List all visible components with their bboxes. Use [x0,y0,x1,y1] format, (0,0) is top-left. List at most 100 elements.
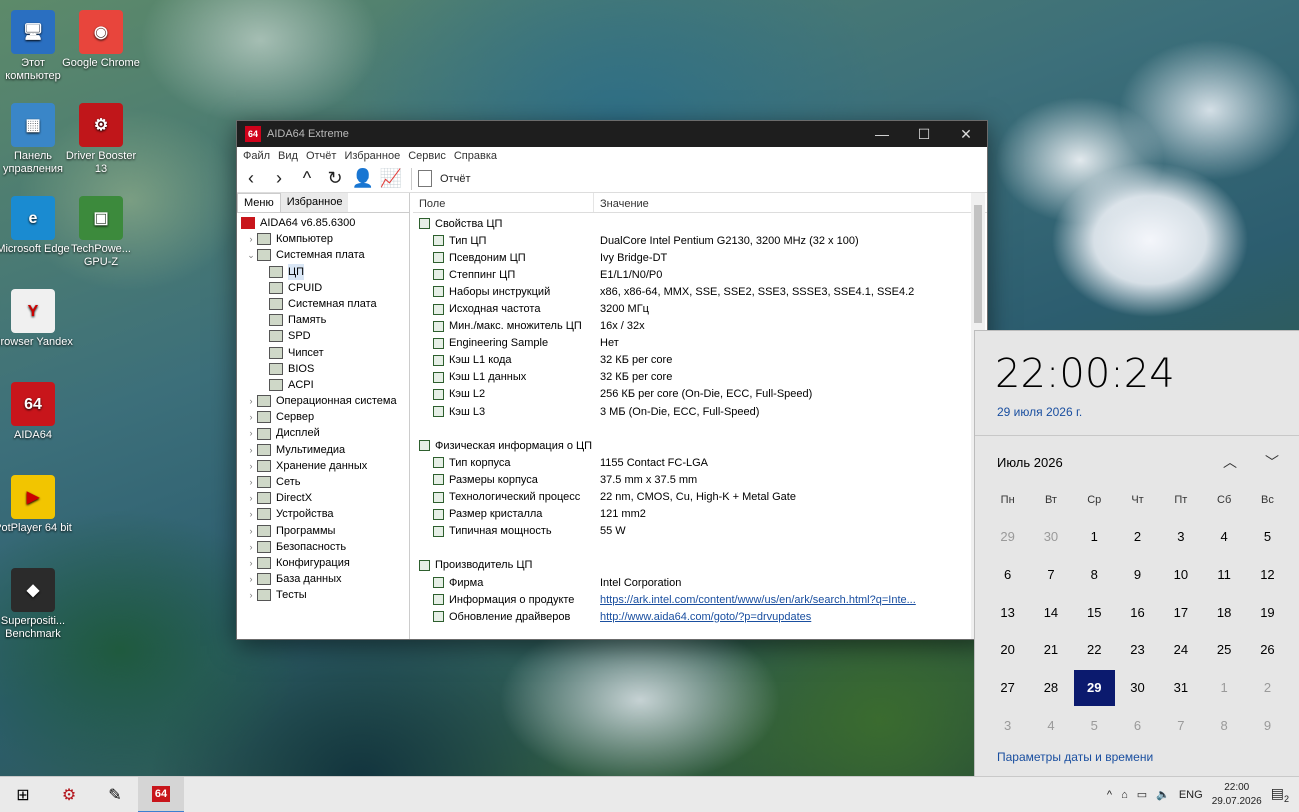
tree-item[interactable]: ЦП [237,263,409,280]
chart-icon[interactable]: 📈 [377,168,405,189]
tab-favorites[interactable]: Избранное [280,193,349,212]
tree-expander-icon[interactable]: ⌄ [245,247,257,263]
calendar-day[interactable]: 20 [986,631,1029,669]
tray-overflow-icon[interactable]: ^ [1107,789,1112,801]
tree-expander-icon[interactable]: › [245,442,257,458]
column-field[interactable]: Поле [413,193,594,212]
tab-menu[interactable]: Меню [237,193,281,212]
calendar-day[interactable]: 18 [1202,594,1245,632]
calendar-day[interactable]: 16 [1116,594,1159,632]
group-row[interactable]: Физическая информация о ЦП [413,437,987,454]
calendar-day[interactable]: 7 [1029,556,1072,594]
calendar-day[interactable]: 12 [1246,556,1289,594]
tree-expander-icon[interactable]: › [245,539,257,555]
tree-expander-icon[interactable]: › [245,571,257,587]
row-value-link[interactable]: http://www.aida64.com/goto/?p=drvupdates [594,611,811,623]
detail-row[interactable]: Обновление драйверов http://www.aida64.co… [413,608,987,625]
tree-item[interactable]: › Тесты [237,587,409,603]
calendar-day[interactable]: 2 [1246,669,1289,707]
tree-expander-icon[interactable]: › [245,474,257,490]
clock-date[interactable]: 29 июля 2026 г. [997,405,1299,419]
tree-item[interactable]: › Дисплей [237,425,409,441]
desktop-icon[interactable]: ◆ Superpositi... Benchmark [0,568,73,641]
calendar-day[interactable]: 25 [1202,631,1245,669]
calendar-day[interactable]: 6 [986,556,1029,594]
refresh-icon[interactable]: ↻ [321,168,349,189]
back-icon[interactable]: ‹ [237,168,265,189]
calendar-day[interactable]: 2 [1116,518,1159,556]
calendar-day[interactable]: 23 [1116,631,1159,669]
maximize-button[interactable]: ☐ [903,126,945,143]
tree-item[interactable]: ACPI [237,377,409,393]
calendar-day[interactable]: 21 [1029,631,1072,669]
taskbar-clock[interactable]: 22:00 29.07.2026 [1212,781,1262,809]
calendar-day[interactable]: 22 [1073,631,1116,669]
user-icon[interactable]: 👤 [349,168,377,189]
detail-row[interactable]: Типичная мощность 55 W [413,523,987,540]
calendar-day[interactable]: 31 [1159,669,1202,707]
tree-expander-icon[interactable]: › [245,506,257,522]
brush-icon[interactable]: ✎ [92,777,138,812]
calendar-day[interactable]: 28 [1029,669,1072,707]
calendar-day[interactable]: 24 [1159,631,1202,669]
chevron-up-icon[interactable]: ︿ [1223,452,1237,472]
calendar-day[interactable]: 26 [1246,631,1289,669]
calendar-day[interactable]: 1 [1202,669,1245,707]
calendar-day[interactable]: 8 [1073,556,1116,594]
tree-item[interactable]: › Программы [237,523,409,539]
camera-icon[interactable]: ⌂ [1121,789,1128,801]
detail-row[interactable]: Кэш L1 кода 32 КБ per core [413,352,987,369]
detail-row[interactable]: Фирма Intel Corporation [413,574,987,591]
calendar-day[interactable]: 29 [986,518,1029,556]
detail-row[interactable]: Псевдоним ЦП Ivy Bridge-DT [413,249,987,266]
desktop-icon[interactable]: ▣ TechPowe... GPU-Z [61,196,141,269]
tree-item[interactable]: › Сервер [237,409,409,425]
date-settings-link[interactable]: Параметры даты и времени [997,750,1153,764]
desktop-icon[interactable]: ▶ PotPlayer 64 bit [0,475,73,535]
tree-item[interactable]: Чипсет [237,345,409,361]
tree-item[interactable]: › Сеть [237,474,409,490]
tree-item[interactable]: › Хранение данных [237,458,409,474]
forward-icon[interactable]: › [265,168,293,189]
menu-report[interactable]: Отчёт [306,150,336,162]
tree-expander-icon[interactable]: › [245,393,257,409]
detail-row[interactable]: Мин./макс. множитель ЦП 16x / 32x [413,318,987,335]
tree-item[interactable]: CPUID [237,280,409,296]
detail-row[interactable]: Информация о продукте https://ark.intel.c… [413,591,987,608]
scrollbar-thumb[interactable] [974,205,982,323]
tree-item[interactable]: Память [237,312,409,328]
month-label[interactable]: Июль 2026 [997,455,1063,470]
calendar-day[interactable]: 30 [1029,518,1072,556]
calendar-day[interactable]: 11 [1202,556,1245,594]
calendar-day[interactable]: 17 [1159,594,1202,632]
close-button[interactable]: ✕ [945,126,987,143]
tree-expander-icon[interactable]: › [245,523,257,539]
calendar-day[interactable]: 9 [1246,707,1289,745]
network-icon[interactable]: ▭ [1137,788,1147,801]
tree-item[interactable]: SPD [237,328,409,344]
tree-item[interactable]: › Операционная система [237,393,409,409]
menu-favorites[interactable]: Избранное [344,150,400,162]
tree-expander-icon[interactable]: › [245,231,257,247]
tree-item[interactable]: Системная плата [237,296,409,312]
minimize-button[interactable]: — [861,126,903,143]
calendar-day[interactable]: 27 [986,669,1029,707]
calendar-day[interactable]: 5 [1073,707,1116,745]
menu-service[interactable]: Сервис [408,150,446,162]
calendar-day[interactable]: 19 [1246,594,1289,632]
aida64-taskbar-icon[interactable]: 64 [138,776,184,812]
detail-row[interactable]: Размер кристалла 121 mm2 [413,506,987,523]
tree-item[interactable]: ⌄ Системная плата [237,247,409,263]
tree-item[interactable]: › База данных [237,571,409,587]
calendar-day[interactable]: 9 [1116,556,1159,594]
detail-row[interactable]: Наборы инструкций x86, x86-64, MMX, SSE, … [413,283,987,300]
tree-item[interactable]: › Мультимедиа [237,442,409,458]
menu-file[interactable]: Файл [243,150,270,162]
calendar-day[interactable]: 10 [1159,556,1202,594]
detail-row[interactable]: Engineering Sample Нет [413,335,987,352]
desktop-icon[interactable]: ◉ Google Chrome [61,10,141,70]
tree-expander-icon[interactable]: › [245,425,257,441]
tree-expander-icon[interactable]: › [245,458,257,474]
desktop-icon[interactable]: 64 AIDA64 [0,382,73,442]
tree-item[interactable]: AIDA64 v6.85.6300 [237,215,409,231]
